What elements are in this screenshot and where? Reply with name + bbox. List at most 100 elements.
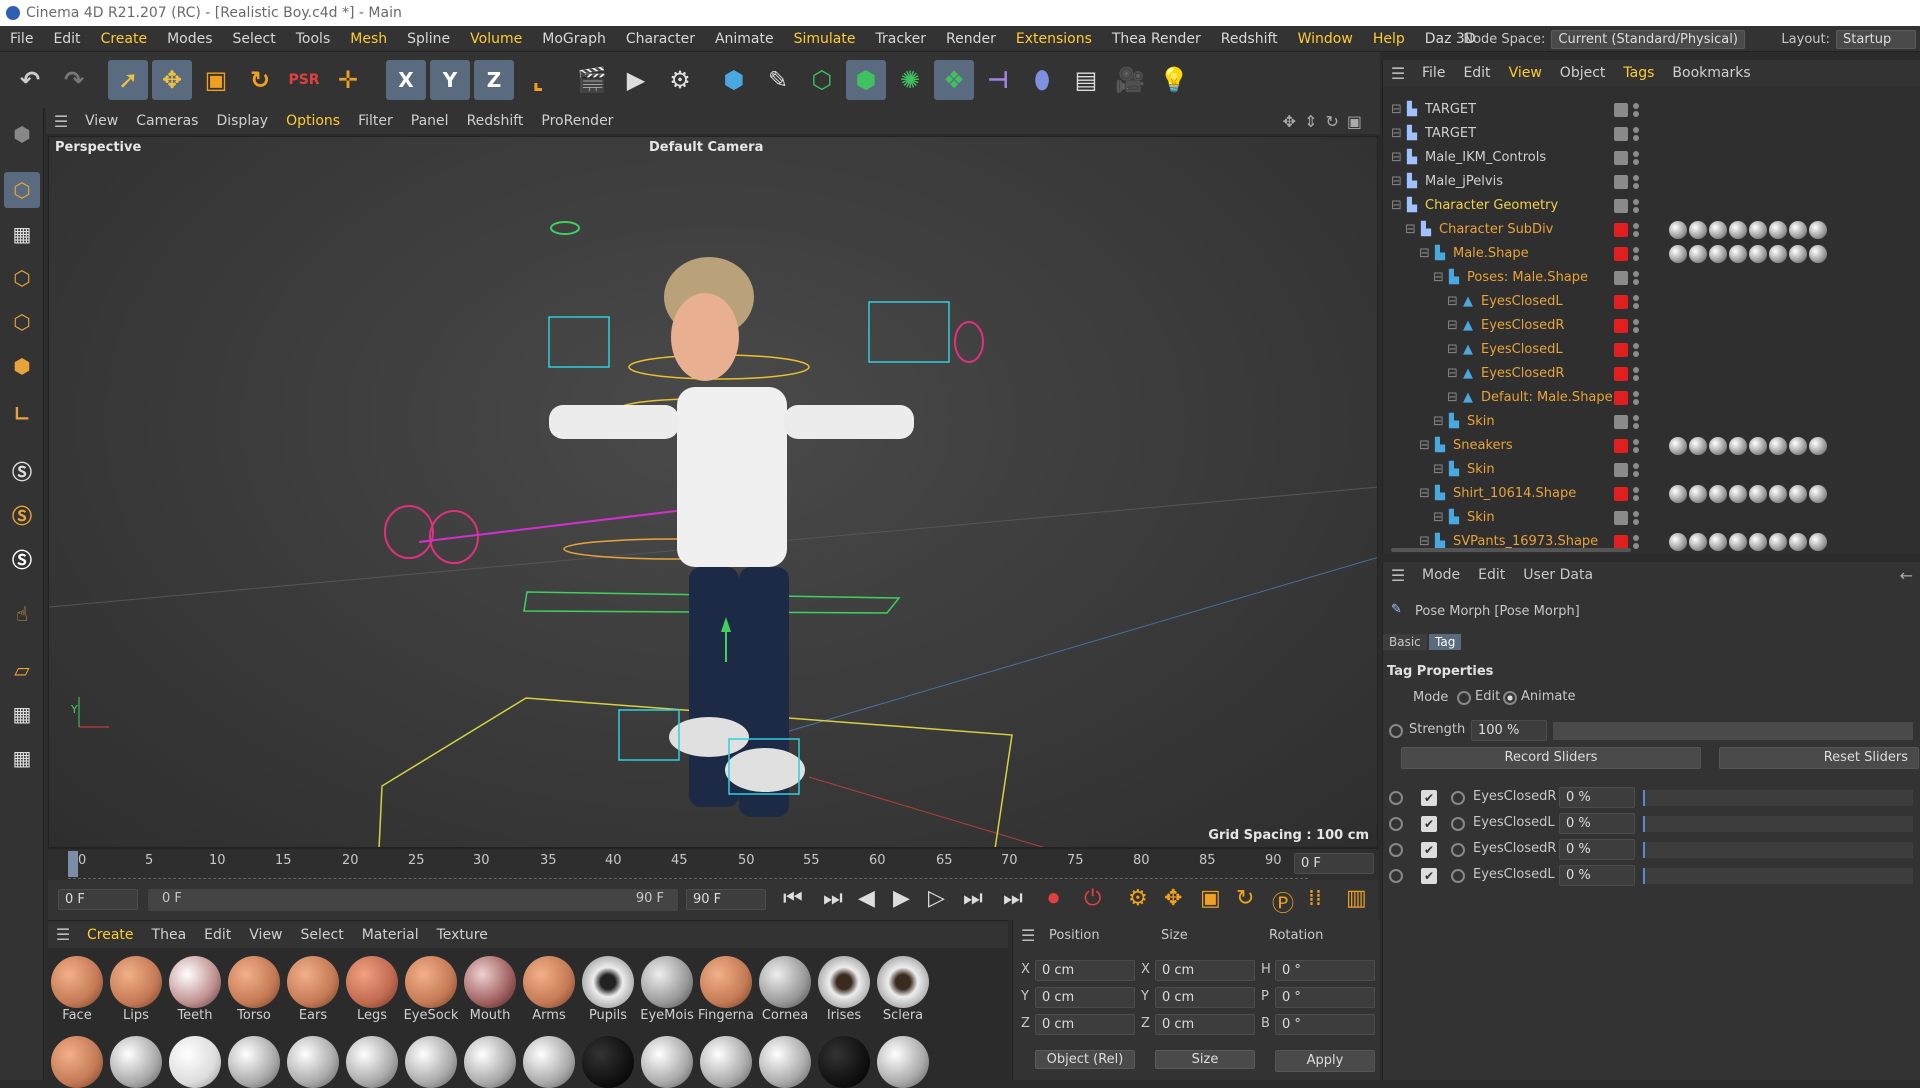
size-z-field[interactable]: 0 cm [1155, 1014, 1255, 1035]
edges-mode-icon[interactable]: ⬡ [4, 304, 40, 340]
timeline-playhead[interactable] [68, 851, 78, 877]
material-swatch[interactable] [523, 1036, 575, 1088]
render-visibility-dot[interactable] [1633, 111, 1639, 117]
object-name[interactable]: EyesClosedL [1481, 338, 1563, 362]
material-tag-icon[interactable] [1729, 221, 1747, 239]
morph-slider-track[interactable] [1643, 868, 1913, 884]
editor-visibility-dot[interactable] [1633, 343, 1639, 349]
material-swatch[interactable] [346, 1036, 398, 1088]
render-settings-icon[interactable]: ⚙ [660, 60, 700, 100]
layer-color-box[interactable] [1614, 463, 1628, 477]
snap-settings-icon[interactable]: Ⓢ [4, 496, 40, 532]
rotation-p-field[interactable]: 0 ° [1275, 987, 1375, 1008]
material-tag-icon[interactable] [1789, 437, 1807, 455]
material-tag-icon[interactable] [1689, 485, 1707, 503]
object-row[interactable]: ⊟ ▲ EyesClosedR [1383, 314, 1920, 338]
menu-render[interactable]: Render [936, 26, 1006, 52]
subdivision-surface-icon[interactable]: ⬡ [802, 60, 842, 100]
object-row[interactable]: ⊟ ▙ Male_jPelvis [1383, 170, 1920, 194]
object-row[interactable]: ⊟ ▙ Skin [1383, 506, 1920, 530]
material-tag-icon[interactable] [1669, 245, 1687, 263]
key-parameter-icon[interactable]: Ⓟ [1272, 886, 1294, 918]
prev-frame-icon[interactable]: ◀ [858, 886, 875, 911]
material-swatch[interactable] [877, 1036, 929, 1088]
key-rotation-icon[interactable]: ↻ [1236, 886, 1254, 911]
slider-keyframe-icon[interactable] [1451, 869, 1465, 883]
position-x-field[interactable]: 0 cm [1035, 960, 1135, 981]
material-swatch[interactable] [582, 1036, 634, 1088]
object-name[interactable]: Skin [1467, 458, 1495, 482]
morph-slider-track[interactable] [1643, 790, 1913, 806]
object-name[interactable]: EyesClosedR [1481, 314, 1564, 338]
scale-tool-icon[interactable]: ▣ [196, 60, 236, 100]
attr-menu-user-data[interactable]: User Data [1514, 567, 1602, 583]
material-tag-icon[interactable] [1689, 533, 1707, 551]
material-legs[interactable]: Legs [343, 954, 401, 1023]
material-lips[interactable]: Lips [107, 954, 165, 1023]
object-name[interactable]: Skin [1467, 410, 1495, 434]
object-row[interactable]: ⊟ ▙ Character SubDiv [1383, 218, 1920, 242]
points-mode-icon[interactable]: ⬡ [4, 260, 40, 296]
render-visibility-dot[interactable] [1633, 399, 1639, 405]
editor-visibility-dot[interactable] [1633, 127, 1639, 133]
editor-visibility-dot[interactable] [1633, 103, 1639, 109]
material-tag-icon[interactable] [1769, 437, 1787, 455]
mat-menu-edit[interactable]: Edit [195, 921, 240, 949]
vp-menu-view[interactable]: View [76, 108, 127, 134]
extrude-generator-icon[interactable]: ⬢ [846, 60, 886, 100]
light-object-icon[interactable]: 💡 [1154, 60, 1194, 100]
material-tag-icon[interactable] [1789, 485, 1807, 503]
workplane-snap-icon[interactable]: Ⓢ [4, 540, 40, 576]
layer-color-box[interactable] [1614, 103, 1628, 117]
object-row[interactable]: ⊟ ▙ Skin [1383, 410, 1920, 434]
material-tag-icon[interactable] [1729, 437, 1747, 455]
key-scale-icon[interactable]: ▣ [1200, 886, 1221, 911]
morph-slider-track[interactable] [1643, 816, 1913, 832]
strength-slider[interactable] [1553, 722, 1913, 740]
menu-modes[interactable]: Modes [157, 26, 222, 52]
rotate-tool-icon[interactable]: ↻ [240, 60, 280, 100]
timeline-window-icon[interactable]: ▥ [1346, 886, 1367, 911]
right-hand-controller[interactable] [868, 301, 950, 363]
material-tag-icon[interactable] [1769, 485, 1787, 503]
material-tag-icon[interactable] [1709, 533, 1727, 551]
render-visibility-dot[interactable] [1633, 495, 1639, 501]
layer-color-box[interactable] [1614, 223, 1628, 237]
expand-toggle-icon[interactable]: ⊟ [1405, 218, 1416, 242]
hamburger-icon[interactable]: ☰ [48, 925, 78, 944]
vp-menu-options[interactable]: Options [277, 108, 349, 134]
render-visibility-dot[interactable] [1633, 135, 1639, 141]
object-name[interactable]: TARGET [1425, 122, 1476, 146]
slider-animate-icon[interactable] [1389, 791, 1403, 805]
hamburger-icon[interactable]: ☰ [1021, 926, 1035, 945]
render-visibility-dot[interactable] [1633, 279, 1639, 285]
material-swatch[interactable] [700, 1036, 752, 1088]
material-tag-icon[interactable] [1769, 533, 1787, 551]
render-visibility-dot[interactable] [1633, 351, 1639, 357]
editor-visibility-dot[interactable] [1633, 175, 1639, 181]
apply-button[interactable]: Apply [1275, 1050, 1375, 1072]
material-swatch[interactable] [405, 1036, 457, 1088]
viewport-camera-label[interactable]: Default Camera [649, 140, 763, 155]
material-tag-icon[interactable] [1669, 485, 1687, 503]
locked-workplane-icon[interactable]: ▦ [4, 696, 40, 732]
vp-menu-prorender[interactable]: ProRender [532, 108, 622, 134]
tweak-mode-icon[interactable]: ☝ [4, 596, 40, 632]
editor-visibility-dot[interactable] [1633, 271, 1639, 277]
material-tag-icon[interactable] [1669, 437, 1687, 455]
material-tag-icon[interactable] [1749, 485, 1767, 503]
object-row[interactable]: ⊟ ▙ Male_IKM_Controls [1383, 146, 1920, 170]
morph-slider-value[interactable]: 0 % [1559, 839, 1635, 860]
material-swatch[interactable] [818, 1036, 870, 1088]
layer-color-box[interactable] [1614, 367, 1628, 381]
expand-toggle-icon[interactable]: ⊟ [1433, 458, 1444, 482]
object-tree-scrollbar[interactable] [1391, 548, 1631, 552]
material-swatch[interactable] [110, 1036, 162, 1088]
render-visibility-dot[interactable] [1633, 255, 1639, 261]
object-name[interactable]: Male.Shape [1453, 242, 1529, 266]
material-swatch[interactable] [287, 1036, 339, 1088]
material-tag-icon[interactable] [1729, 485, 1747, 503]
render-visibility-dot[interactable] [1633, 159, 1639, 165]
editor-visibility-dot[interactable] [1633, 295, 1639, 301]
material-sclera[interactable]: Sclera [874, 954, 932, 1023]
